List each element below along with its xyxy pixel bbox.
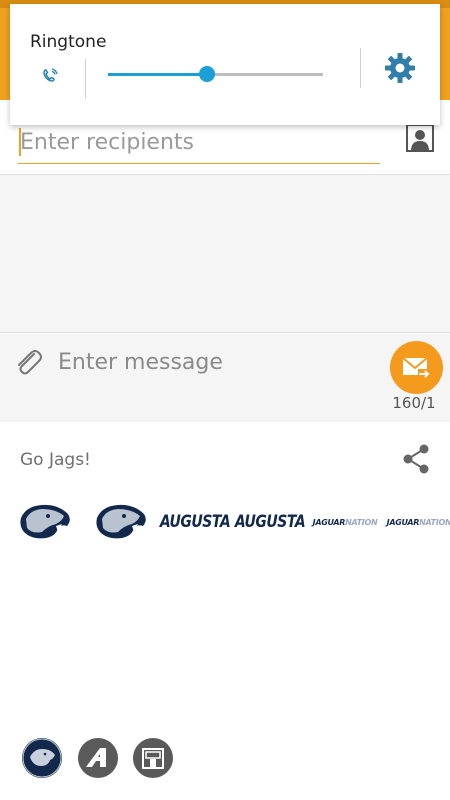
share-icon[interactable] xyxy=(402,444,430,474)
slider-thumb[interactable] xyxy=(198,66,215,82)
text-caret xyxy=(19,128,21,156)
character-counter: 160/1 xyxy=(392,394,436,412)
jaguar-text: JAGUAR xyxy=(386,517,420,527)
recipients-input[interactable] xyxy=(18,122,380,164)
paperclip-icon[interactable] xyxy=(12,346,44,378)
tab-building-pack[interactable] xyxy=(133,738,173,778)
nation-text: NATION xyxy=(419,517,450,527)
volume-panel: Ringtone xyxy=(10,4,440,125)
volume-divider xyxy=(85,59,86,99)
volume-divider xyxy=(360,48,361,88)
compose-bar: 160/1 xyxy=(0,334,450,422)
augusta-wordmark-sticker[interactable]: AUGUSTA xyxy=(235,500,306,544)
jaguar-nation-sticker[interactable]: JAGUARNATION xyxy=(312,500,378,544)
contact-icon[interactable] xyxy=(406,124,434,152)
tab-jaguar-pack[interactable] xyxy=(22,738,62,778)
conversation-area xyxy=(0,175,450,333)
augusta-wordmark-sticker[interactable]: AUGUSTA xyxy=(160,500,231,544)
send-mms-icon xyxy=(402,357,432,378)
tab-a-logo-pack[interactable] xyxy=(78,738,118,778)
volume-slider[interactable] xyxy=(108,64,323,84)
slider-fill xyxy=(108,73,207,76)
send-button[interactable] xyxy=(390,341,443,394)
sticker-pack-title: Go Jags! xyxy=(20,450,91,470)
jaguar-head-sticker[interactable] xyxy=(94,500,148,544)
sticker-panel: Go Jags! AUGUSTA AUGUSTA JAGUARNATION JA… xyxy=(0,422,450,800)
sticker-grid: AUGUSTA AUGUSTA JAGUARNATION JAGUARNATIO… xyxy=(14,500,450,546)
jaguar-head-sticker[interactable] xyxy=(18,500,72,544)
nation-text: NATION xyxy=(345,517,378,527)
volume-stream-label: Ringtone xyxy=(30,32,107,52)
jaguar-text: JAGUAR xyxy=(312,517,346,527)
jaguar-nation-sticker[interactable]: JAGUARNATION xyxy=(386,500,450,544)
gear-icon[interactable] xyxy=(383,51,417,85)
phone-ring-icon[interactable] xyxy=(41,67,59,85)
message-input[interactable] xyxy=(58,344,378,380)
